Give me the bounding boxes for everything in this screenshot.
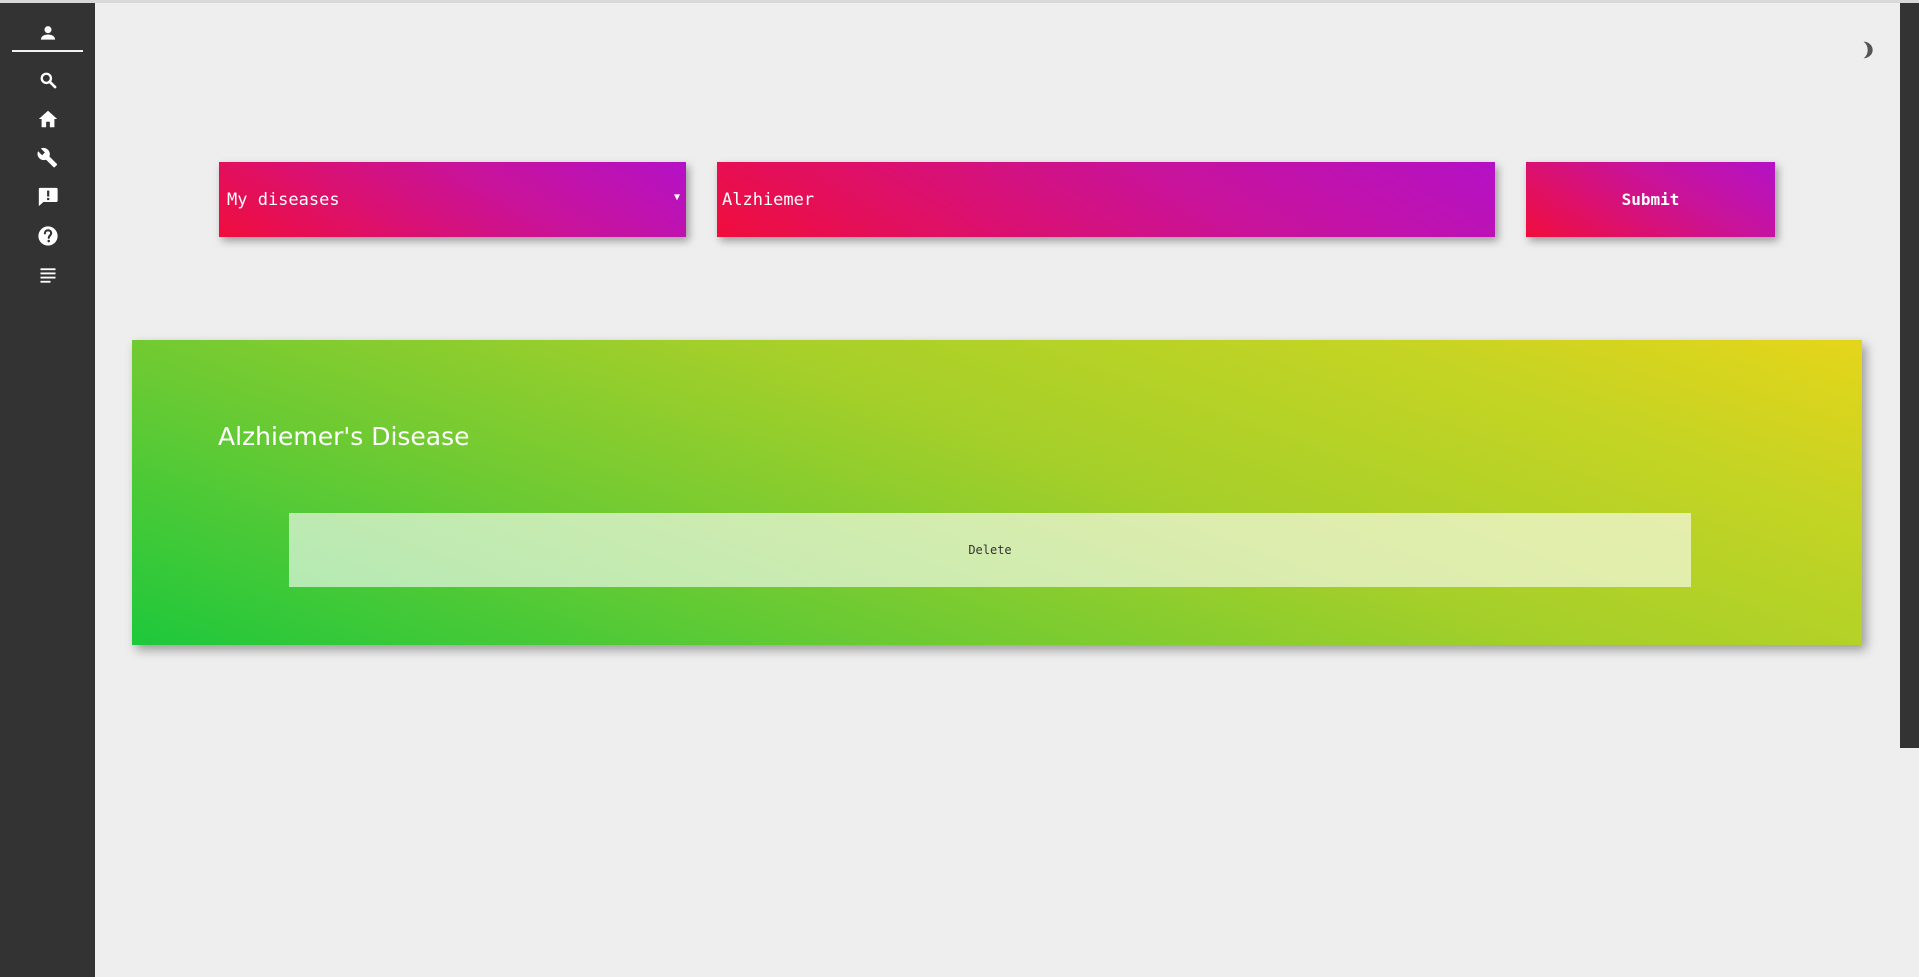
help-icon [37, 225, 59, 247]
delete-button[interactable]: Delete [289, 513, 1691, 587]
disease-category-select[interactable]: My diseases ▼ [219, 162, 686, 237]
scrollbar[interactable] [1900, 3, 1919, 748]
submit-button-label: Submit [1621, 190, 1680, 209]
delete-button-label: Delete [968, 543, 1012, 557]
sidebar-item-home[interactable] [0, 101, 95, 137]
sidebar-item-search[interactable] [0, 62, 95, 98]
theme-toggle[interactable] [1852, 38, 1880, 66]
submit-button[interactable]: Submit [1526, 162, 1775, 237]
window-top-border [0, 0, 1919, 3]
chevron-down-icon: ▼ [673, 192, 680, 203]
home-icon [37, 108, 59, 130]
user-icon [38, 23, 58, 43]
disease-card-title: Alzhiemer's Disease [218, 422, 470, 451]
active-indicator [12, 50, 83, 52]
wrench-icon [36, 147, 59, 169]
sidebar-item-help[interactable] [0, 218, 95, 254]
select-value: My diseases [227, 189, 340, 210]
sidebar-item-profile[interactable] [0, 15, 95, 51]
search-icon [38, 70, 58, 90]
sidebar-item-tools[interactable] [0, 140, 95, 176]
sidebar-item-feedback[interactable] [0, 179, 95, 215]
disease-card: Alzhiemer's Disease Delete [132, 340, 1862, 645]
moon-icon [1856, 40, 1876, 64]
notes-icon [38, 265, 58, 285]
disease-name-input[interactable] [717, 162, 1495, 237]
sidebar-item-notes[interactable] [0, 257, 95, 293]
sidebar [0, 3, 95, 977]
feedback-icon [37, 186, 59, 208]
